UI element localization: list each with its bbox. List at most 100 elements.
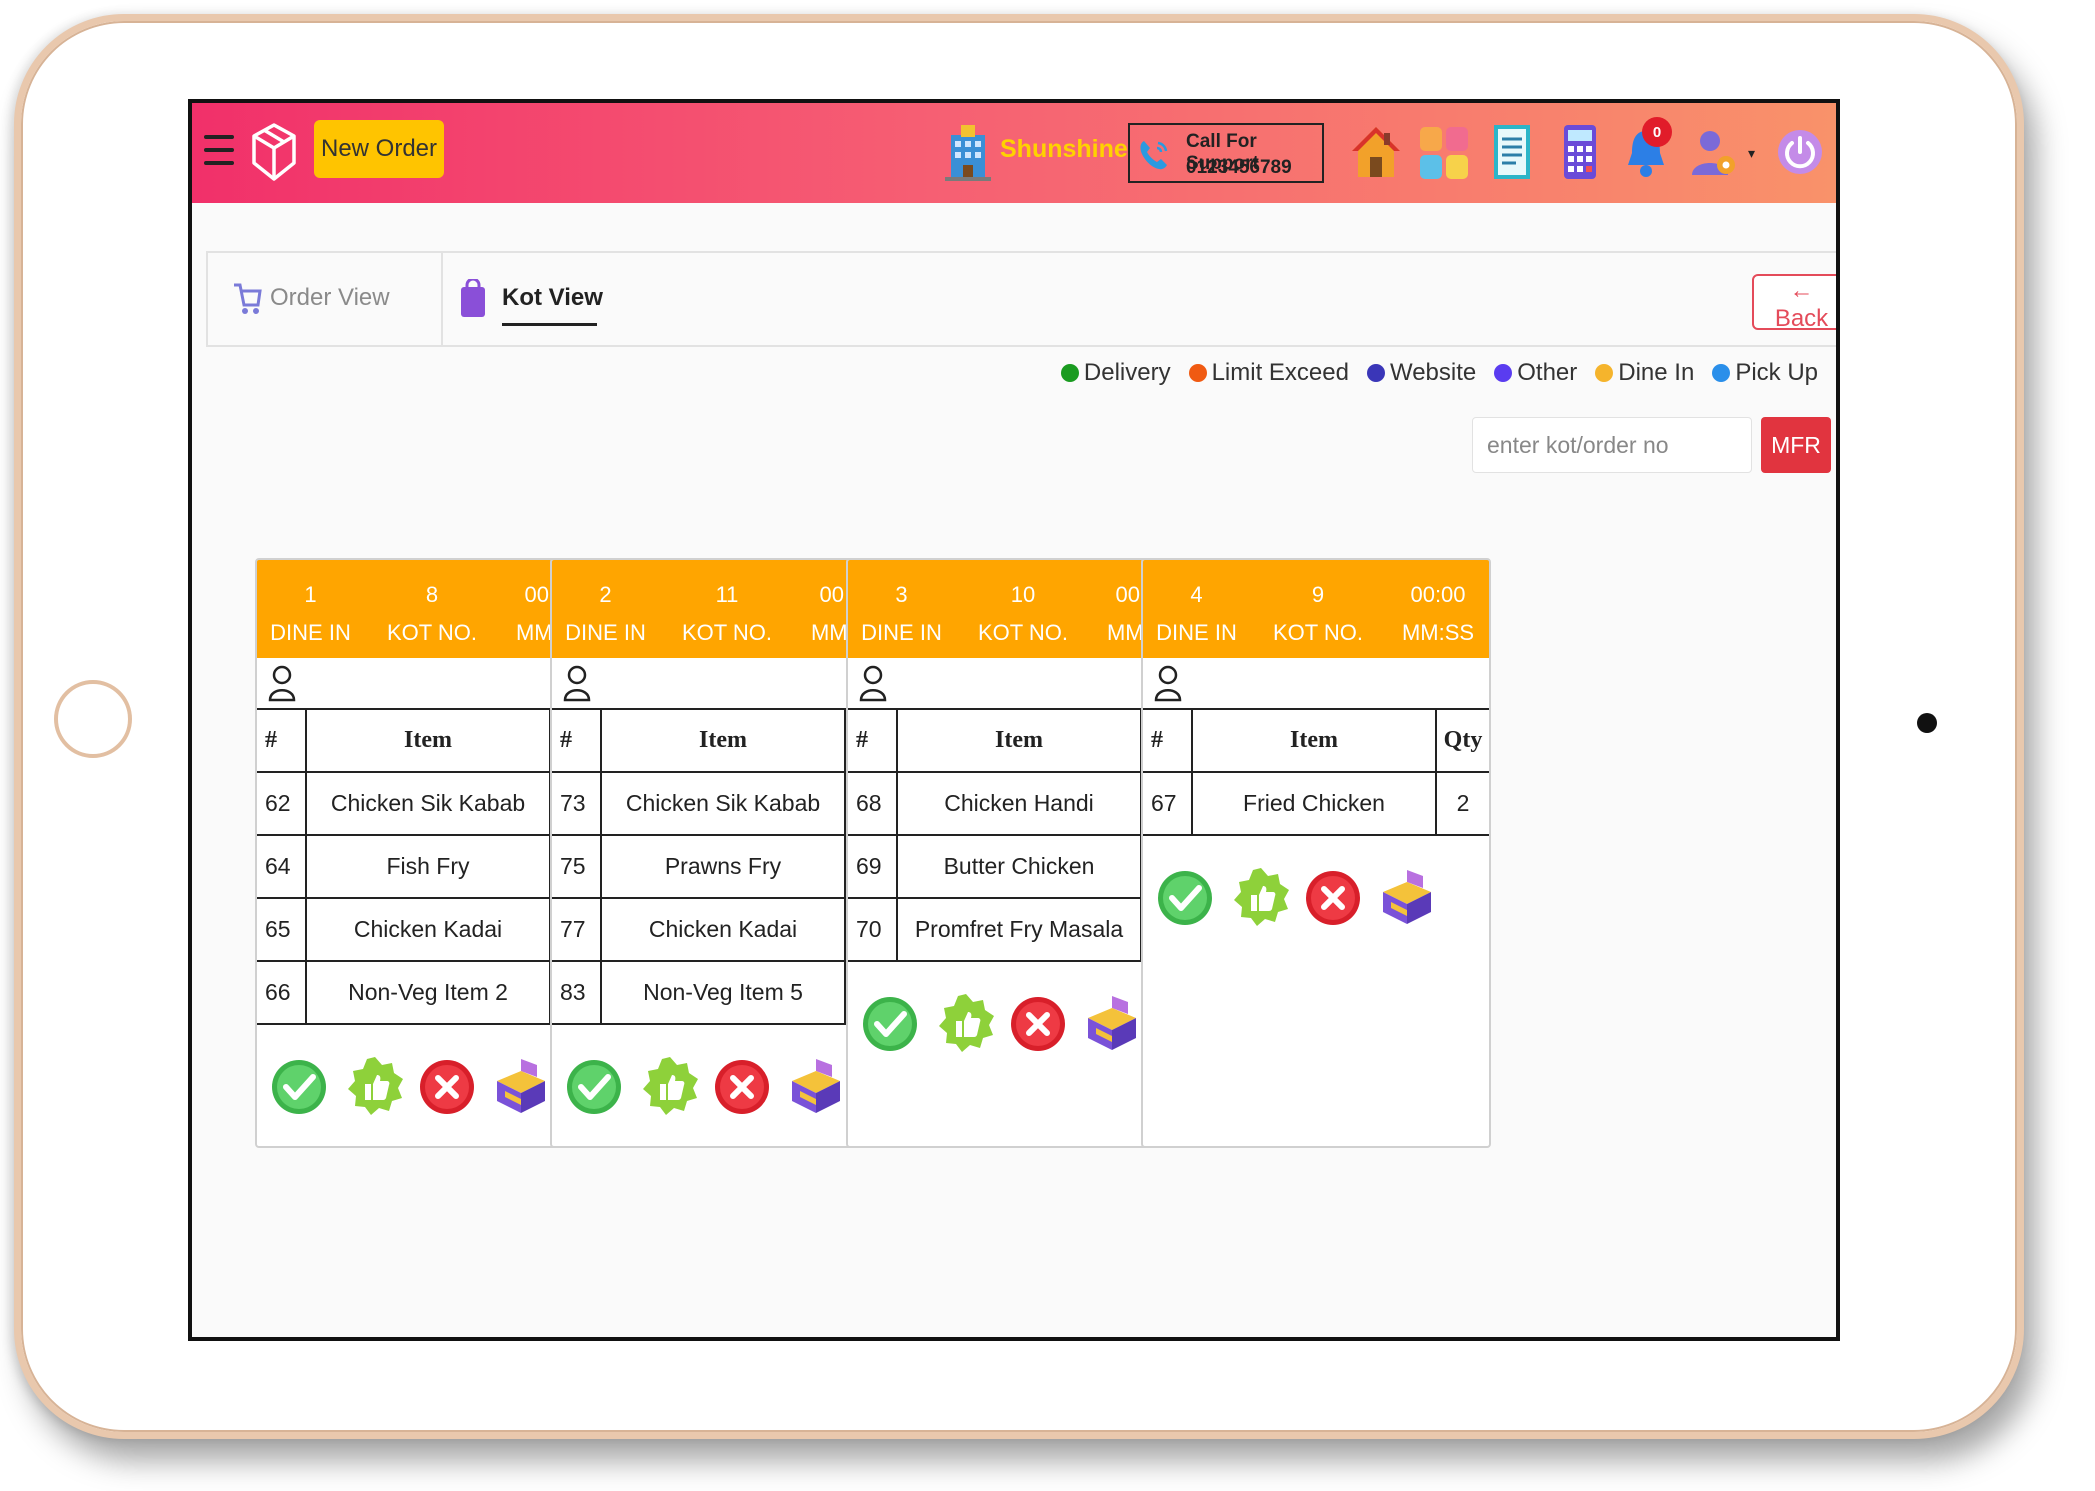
- item-name: Fried Chicken: [1191, 771, 1437, 836]
- order-number: 3: [895, 582, 908, 607]
- thumbs-up-icon[interactable]: [345, 1053, 405, 1119]
- item-num: 66: [257, 960, 307, 1025]
- tablet-camera: [1917, 713, 1937, 733]
- item-num: 68: [848, 771, 898, 836]
- customer-row: [1143, 658, 1489, 710]
- cancel-icon[interactable]: [1303, 864, 1363, 930]
- printer-icon[interactable]: [1377, 864, 1437, 930]
- app-screen: New Order Shunshine Call For Support 012…: [188, 99, 1840, 1341]
- item-name: Chicken Sik Kabab: [600, 771, 846, 836]
- col-item: Item: [600, 710, 846, 773]
- item-num: 75: [552, 834, 602, 899]
- table-header-row: # Item Qty: [1143, 710, 1489, 773]
- col-item: Item: [305, 710, 551, 773]
- order-type: DINE IN: [861, 620, 942, 645]
- customer-icon[interactable]: [267, 664, 297, 702]
- item-name: Chicken Kadai: [600, 897, 846, 962]
- apps-grid-icon[interactable]: [1416, 121, 1472, 183]
- col-num: #: [257, 710, 307, 773]
- thumbs-up-icon[interactable]: [640, 1053, 700, 1119]
- legend-label: Dine In: [1618, 359, 1695, 386]
- kot-items-table: # Item Qty 67 Fried Chicken 2: [1143, 710, 1489, 836]
- col-item: Item: [896, 710, 1142, 773]
- printer-icon[interactable]: [491, 1053, 551, 1119]
- item-name: Chicken Sik Kabab: [305, 771, 551, 836]
- item-name: Non-Veg Item 2: [305, 960, 551, 1025]
- power-icon[interactable]: [1776, 128, 1824, 176]
- bill-icon[interactable]: [1484, 121, 1540, 183]
- legend: Delivery Limit Exceed Website Other Dine In P…: [1060, 359, 1818, 387]
- kot-number-label: KOT NO.: [1272, 620, 1364, 645]
- order-number: 4: [1190, 582, 1203, 607]
- kot-number-label: KOT NO.: [977, 620, 1069, 645]
- legend-dot: [1188, 364, 1207, 382]
- kot-search-input[interactable]: [1472, 417, 1752, 473]
- support-box[interactable]: Call For Support 0123456789: [1128, 123, 1324, 183]
- thumbs-up-icon[interactable]: [1231, 864, 1291, 930]
- item-num: 65: [257, 897, 307, 962]
- legend-label: Pick Up: [1735, 359, 1818, 386]
- legend-label: Website: [1389, 359, 1477, 386]
- col-item: Item: [1191, 710, 1437, 773]
- back-label: Back: [1774, 305, 1829, 332]
- printer-icon[interactable]: [1082, 990, 1142, 1056]
- cancel-icon[interactable]: [417, 1053, 477, 1119]
- order-type: DINE IN: [270, 620, 351, 645]
- item-qty: 2: [1435, 771, 1489, 836]
- view-tabs: Order View Kot View: [206, 251, 1836, 347]
- item-num: 83: [552, 960, 602, 1025]
- legend-dot: [1060, 364, 1079, 382]
- check-icon[interactable]: [1155, 864, 1215, 930]
- item-num: 77: [552, 897, 602, 962]
- elapsed-time: 00:00: [1410, 582, 1466, 607]
- order-number: 1: [304, 582, 317, 607]
- cancel-icon[interactable]: [712, 1053, 772, 1119]
- check-icon[interactable]: [564, 1053, 624, 1119]
- tablet-home-button: [54, 680, 132, 758]
- support-phone: 0123456789: [1186, 157, 1292, 178]
- kot-number: 11: [715, 582, 739, 607]
- legend-dot: [1712, 364, 1731, 382]
- tab-order-view-label: Order View: [270, 284, 390, 311]
- user-menu-caret[interactable]: ▾: [1748, 145, 1755, 162]
- tab-kot-view-label: Kot View: [502, 284, 603, 311]
- legend-dot: [1595, 364, 1614, 382]
- col-num: #: [1143, 710, 1193, 773]
- kot-card-header: 4 DINE IN 9 KOT NO. 00:00 MM:SS: [1143, 560, 1489, 658]
- item-num: 73: [552, 771, 602, 836]
- item-name: Fish Fry: [305, 834, 551, 899]
- user-settings-icon[interactable]: [1686, 121, 1742, 183]
- customer-icon[interactable]: [858, 664, 888, 702]
- item-name: Chicken Handi: [896, 771, 1142, 836]
- thumbs-up-icon[interactable]: [936, 990, 996, 1056]
- kot-number: 9: [1311, 582, 1325, 607]
- check-icon[interactable]: [860, 990, 920, 1056]
- customer-icon[interactable]: [562, 664, 592, 702]
- item-name: Non-Veg Item 5: [600, 960, 846, 1025]
- brand-name: Shunshine: [1000, 135, 1128, 163]
- legend-item: Limit Exceed: [1188, 359, 1349, 387]
- check-icon[interactable]: [269, 1053, 329, 1119]
- item-name: Prawns Fry: [600, 834, 846, 899]
- kot-number-label: KOT NO.: [681, 620, 773, 645]
- cancel-icon[interactable]: [1008, 990, 1068, 1056]
- legend-item: Pick Up: [1712, 359, 1818, 387]
- item-num: 62: [257, 771, 307, 836]
- legend-label: Delivery: [1083, 359, 1171, 386]
- legend-label: Other: [1517, 359, 1578, 386]
- item-num: 69: [848, 834, 898, 899]
- mfr-button[interactable]: MFR: [1761, 417, 1831, 473]
- tab-order-view[interactable]: Order View: [208, 253, 443, 345]
- app-logo-icon[interactable]: [250, 121, 298, 183]
- back-button[interactable]: ← Back: [1752, 274, 1836, 332]
- calculator-icon[interactable]: [1552, 121, 1608, 183]
- col-num: #: [552, 710, 602, 773]
- legend-item: Website: [1366, 359, 1477, 387]
- home-icon[interactable]: [1348, 121, 1404, 183]
- item-num: 67: [1143, 771, 1193, 836]
- customer-icon[interactable]: [1153, 664, 1183, 702]
- col-qty: Qty: [1435, 710, 1489, 773]
- new-order-button[interactable]: New Order: [314, 120, 444, 178]
- printer-icon[interactable]: [786, 1053, 846, 1119]
- hamburger-icon[interactable]: [204, 135, 234, 169]
